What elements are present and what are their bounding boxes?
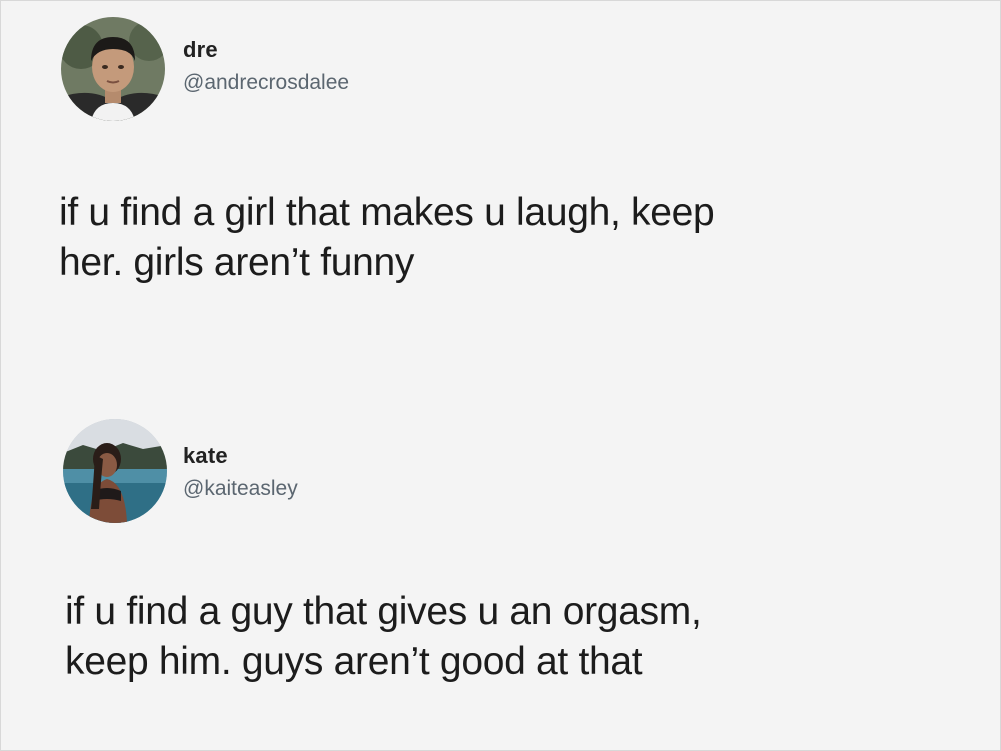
tweet-text-line: keep him. guys aren’t good at that <box>65 640 643 683</box>
user-info: dre @andrecrosdalee <box>183 37 349 97</box>
user-info: kate @kaiteasley <box>183 443 298 503</box>
screenshot-frame: dre @andrecrosdalee if u find a girl tha… <box>0 0 1001 751</box>
user-handle[interactable]: @kaiteasley <box>183 475 298 503</box>
avatar[interactable] <box>63 419 167 523</box>
tweet-text-line: if u find a guy that gives u an orgasm, <box>65 590 702 633</box>
tweet-text-line: her. girls aren’t funny <box>59 241 415 284</box>
avatar[interactable] <box>61 17 165 121</box>
user-handle[interactable]: @andrecrosdalee <box>183 69 349 97</box>
tweet-text-line: if u find a girl that makes u laugh, kee… <box>59 191 715 234</box>
display-name[interactable]: dre <box>183 37 349 63</box>
display-name[interactable]: kate <box>183 443 298 469</box>
tweet-text: if u find a guy that gives u an orgasm, … <box>65 587 965 687</box>
tweet-text: if u find a girl that makes u laugh, kee… <box>59 188 959 288</box>
